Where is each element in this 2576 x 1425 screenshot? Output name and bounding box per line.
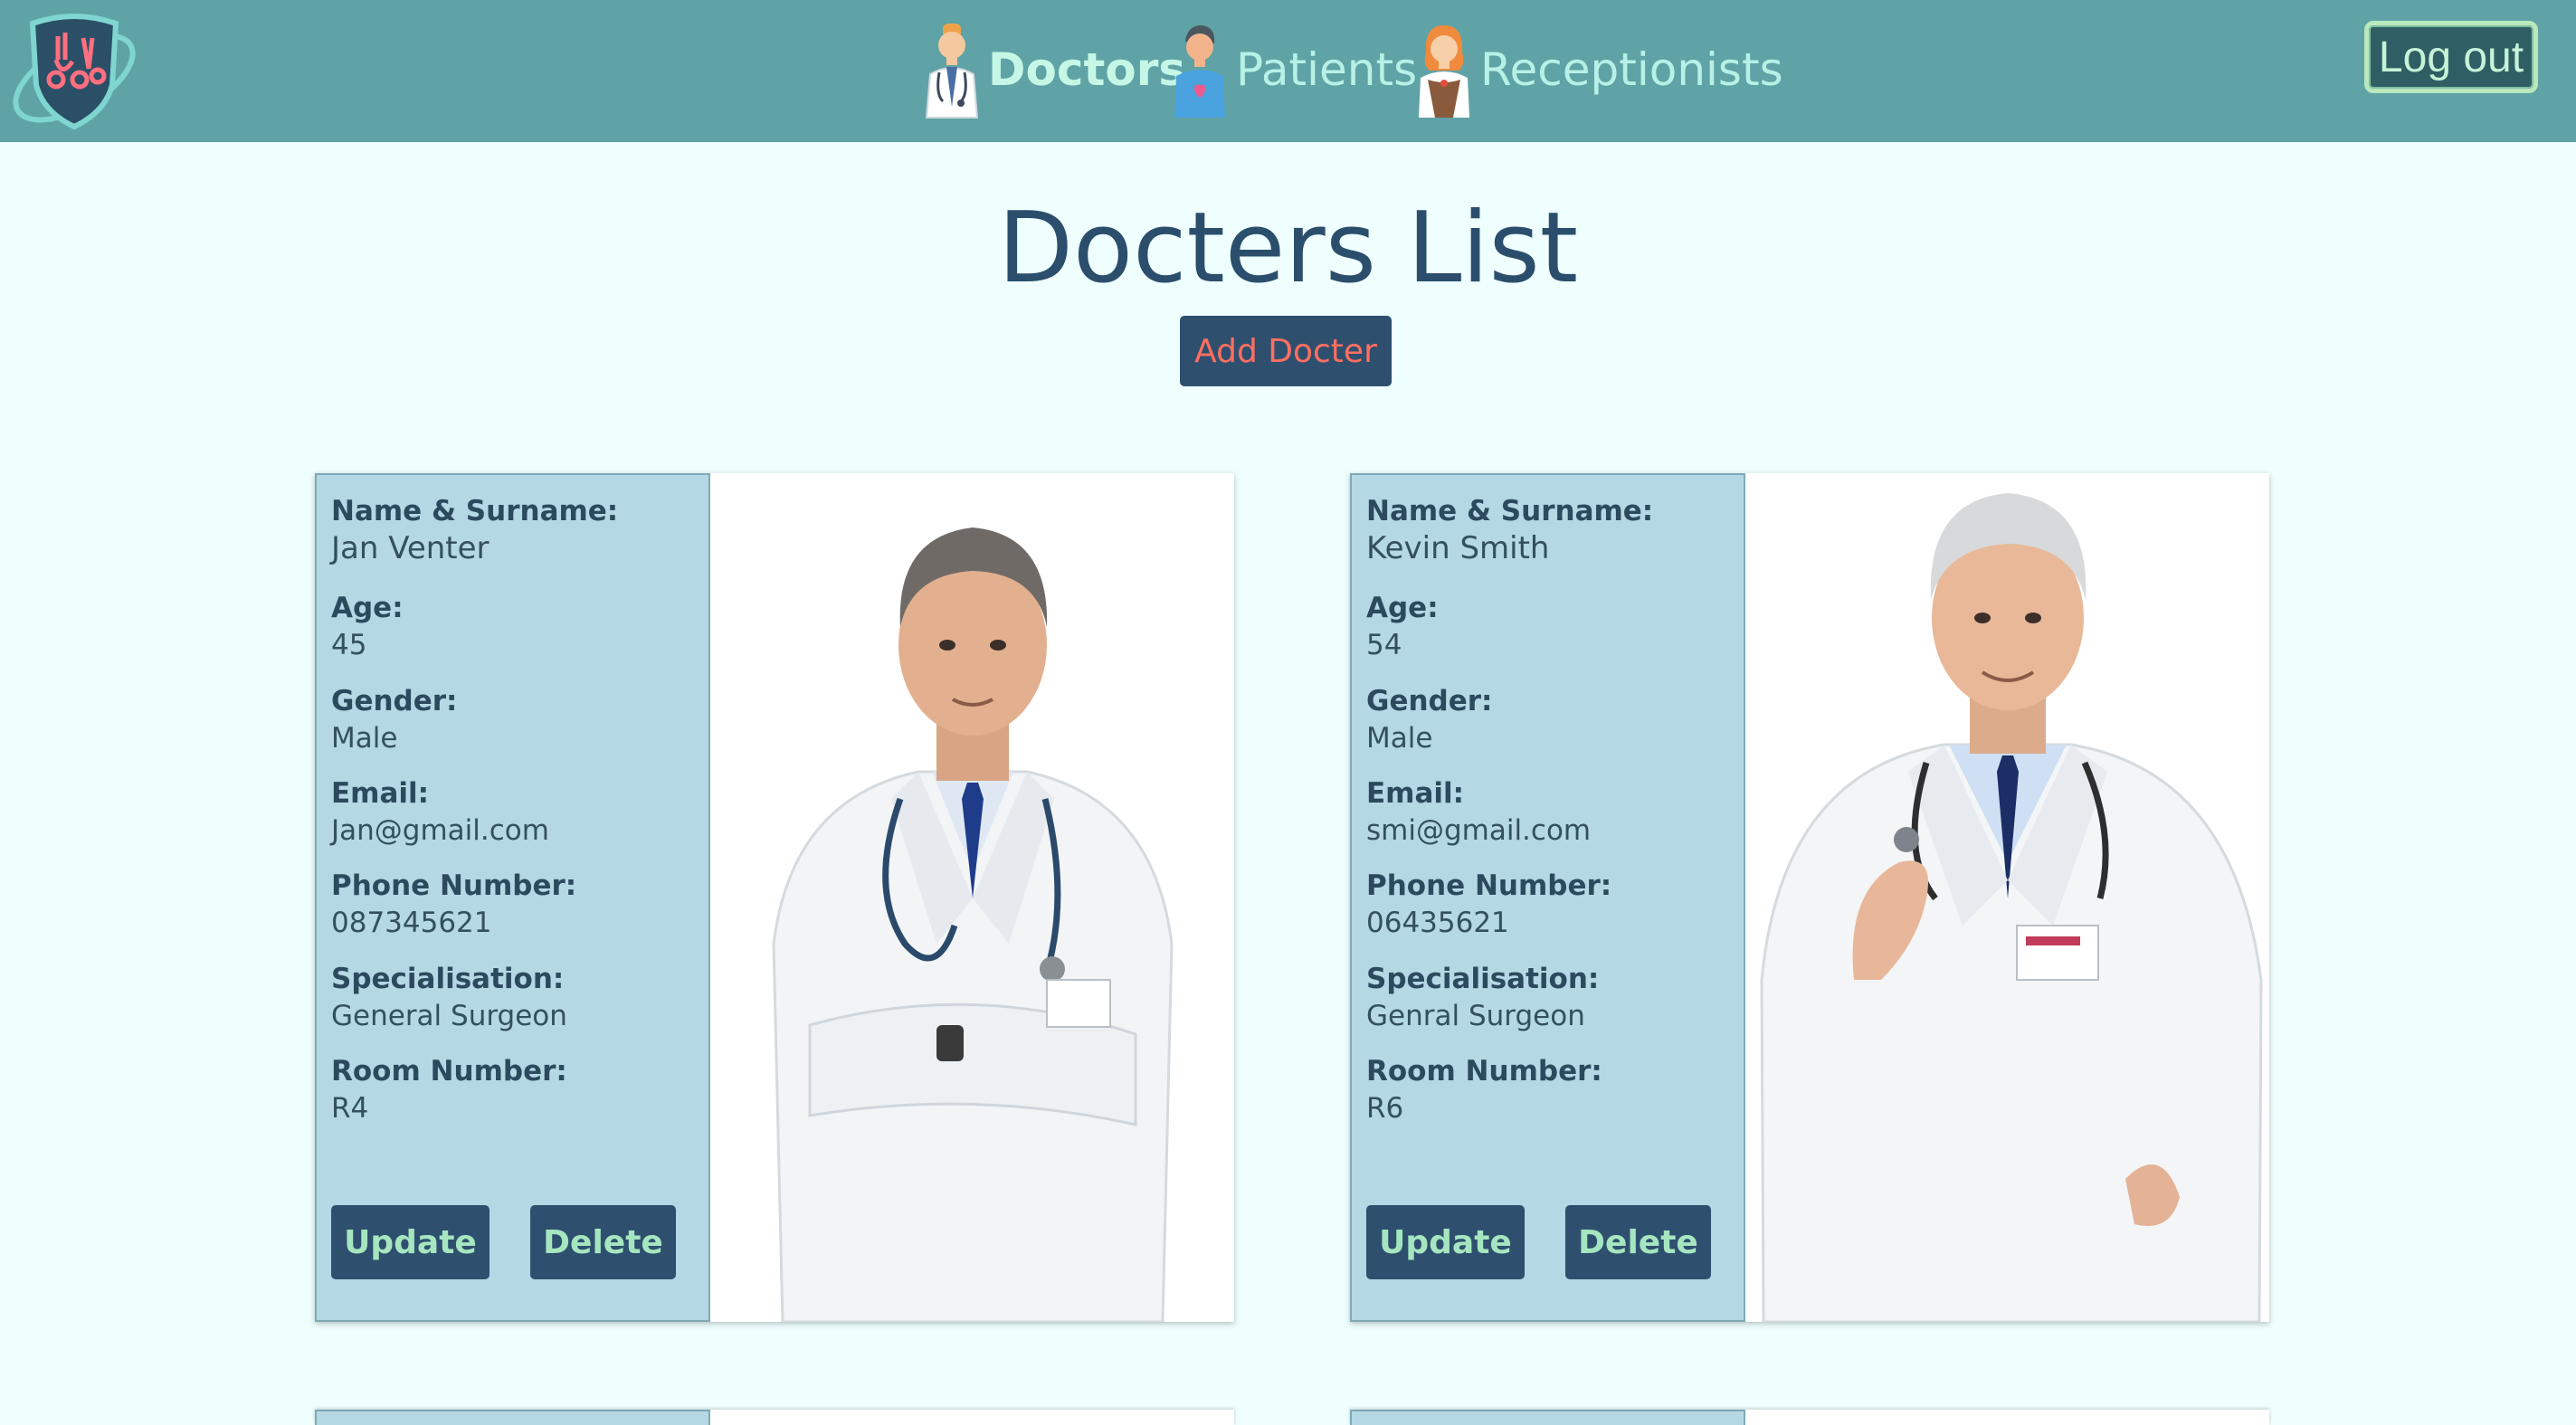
- doctor-card-partial: [315, 1410, 1234, 1425]
- phone-value: 087345621: [331, 907, 492, 939]
- room-label: Room Number:: [1366, 1055, 1602, 1088]
- gender-field: Gender: Male: [331, 683, 457, 757]
- specialisation-value: Genral Surgeon: [1366, 1000, 1585, 1032]
- doctor-card-partial: [1350, 1410, 2269, 1425]
- patient-avatar-icon: [1174, 25, 1225, 118]
- specialisation-label: Specialisation:: [1366, 963, 1600, 995]
- room-value: R4: [331, 1092, 369, 1125]
- phone-label: Phone Number:: [1366, 869, 1612, 902]
- top-navbar: Doctors Patients Receptionists Log out: [0, 0, 2576, 142]
- doctor-avatar-icon: [925, 24, 979, 119]
- email-label: Email:: [331, 777, 430, 810]
- name-label: Name & Surname:: [331, 495, 619, 527]
- email-label: Email:: [1366, 777, 1465, 810]
- age-value: 45: [331, 629, 367, 661]
- nav-receptionists[interactable]: Receptionists: [1412, 16, 1783, 123]
- nav-label-doctors: Doctors: [988, 43, 1186, 96]
- name-value: Jan Venter: [331, 530, 490, 566]
- nav-label-receptionists: Receptionists: [1480, 43, 1783, 96]
- email-value: Jan@gmail.com: [331, 814, 549, 847]
- clinic-logo-icon[interactable]: [5, 5, 143, 134]
- doctor-portrait-icon: [710, 473, 1234, 1322]
- update-button[interactable]: Update: [331, 1205, 490, 1279]
- nav-doctors[interactable]: Doctors: [919, 16, 1185, 123]
- gender-field: Gender: Male: [1366, 683, 1492, 757]
- age-value: 54: [1366, 629, 1402, 661]
- page-title: Docters List: [997, 192, 1579, 305]
- doctor-card: Name & Surname: Jan Venter Age: 45 Gende…: [315, 473, 1234, 1322]
- room-field: Room Number: R4: [331, 1053, 567, 1127]
- update-button[interactable]: Update: [1366, 1205, 1525, 1279]
- doctor-photo: [710, 473, 1234, 1322]
- room-value: R6: [1366, 1092, 1404, 1125]
- doctor-info-panel: Name & Surname: Kevin Smith Age: 54 Gend…: [1350, 473, 1745, 1322]
- name-label: Name & Surname:: [1366, 495, 1654, 527]
- specialisation-field: Specialisation: General Surgeon: [331, 961, 567, 1035]
- nav-patients[interactable]: Patients: [1167, 16, 1417, 123]
- specialisation-field: Specialisation: Genral Surgeon: [1366, 961, 1599, 1035]
- email-field: Email: Jan@gmail.com: [331, 775, 549, 850]
- doctor-portrait-icon: [1745, 473, 2269, 1322]
- delete-button[interactable]: Delete: [1565, 1205, 1711, 1279]
- doctor-photo: [1745, 473, 2269, 1322]
- specialisation-value: General Surgeon: [331, 1000, 567, 1032]
- specialisation-label: Specialisation:: [331, 963, 565, 995]
- doctor-info-panel: [315, 1410, 710, 1425]
- delete-button[interactable]: Delete: [530, 1205, 676, 1279]
- age-field: Age: 45: [331, 590, 404, 664]
- doctor-info-panel: Name & Surname: Jan Venter Age: 45 Gende…: [315, 473, 710, 1322]
- email-value: smi@gmail.com: [1366, 814, 1592, 847]
- doctor-card: Name & Surname: Kevin Smith Age: 54 Gend…: [1350, 473, 2269, 1322]
- name-field: Name & Surname: Kevin Smith: [1366, 493, 1653, 567]
- age-field: Age: 54: [1366, 590, 1439, 664]
- logout-button[interactable]: Log out: [2364, 21, 2538, 93]
- room-label: Room Number:: [331, 1055, 567, 1088]
- gender-value: Male: [331, 722, 398, 755]
- name-field: Name & Surname: Jan Venter: [331, 493, 618, 567]
- phone-field: Phone Number: 087345621: [331, 868, 576, 942]
- add-doctor-button[interactable]: Add Docter: [1180, 316, 1392, 386]
- gender-label: Gender:: [331, 685, 458, 717]
- nav-label-patients: Patients: [1236, 43, 1418, 96]
- name-value: Kevin Smith: [1366, 530, 1550, 566]
- phone-value: 06435621: [1366, 907, 1509, 939]
- receptionist-avatar-icon: [1419, 25, 1469, 118]
- age-label: Age:: [331, 592, 404, 624]
- age-label: Age:: [1366, 592, 1439, 624]
- room-field: Room Number: R6: [1366, 1053, 1602, 1127]
- doctor-info-panel: [1350, 1410, 1745, 1425]
- gender-label: Gender:: [1366, 685, 1493, 717]
- phone-field: Phone Number: 06435621: [1366, 868, 1611, 942]
- phone-label: Phone Number:: [331, 869, 577, 902]
- email-field: Email: smi@gmail.com: [1366, 775, 1591, 850]
- gender-value: Male: [1366, 722, 1433, 755]
